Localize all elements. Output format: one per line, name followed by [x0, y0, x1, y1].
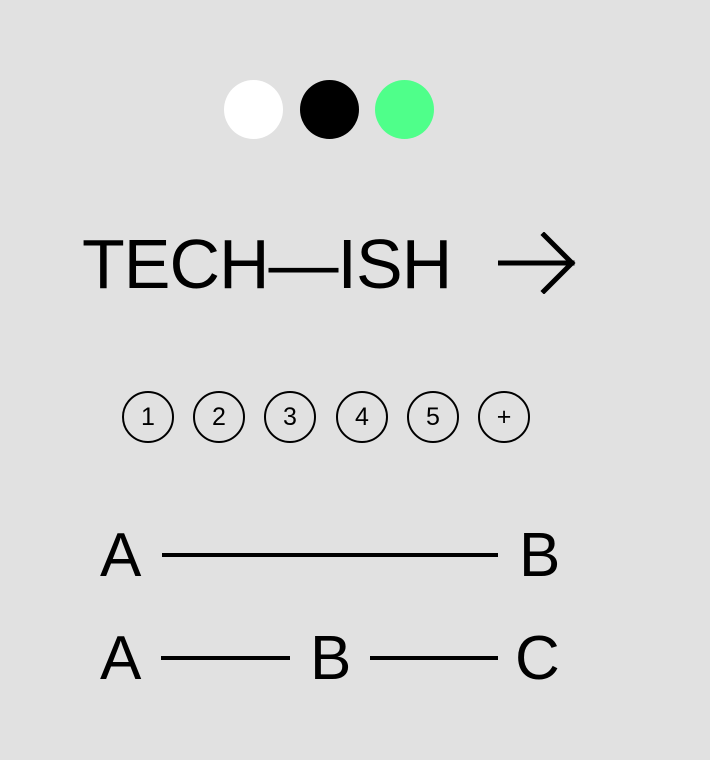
add-step-button[interactable]: +	[478, 391, 530, 443]
green-swatch[interactable]	[375, 80, 434, 139]
arrow-right-icon[interactable]	[498, 232, 578, 294]
route-connector	[162, 553, 498, 557]
white-swatch[interactable]	[224, 80, 283, 139]
step-3[interactable]: 3	[264, 391, 316, 443]
step-4[interactable]: 4	[336, 391, 388, 443]
route-start-label: A	[100, 624, 142, 693]
route-start-label: A	[100, 521, 142, 590]
route-connector	[161, 656, 290, 660]
route-connector	[370, 656, 498, 660]
step-1[interactable]: 1	[122, 391, 174, 443]
route-end-label: C	[515, 624, 560, 693]
route-middle-label: B	[310, 624, 352, 693]
step-5[interactable]: 5	[407, 391, 459, 443]
brand-wordmark: TECH—ISH	[82, 225, 452, 303]
route-end-label: B	[519, 521, 561, 590]
step-2[interactable]: 2	[193, 391, 245, 443]
black-swatch[interactable]	[300, 80, 359, 139]
